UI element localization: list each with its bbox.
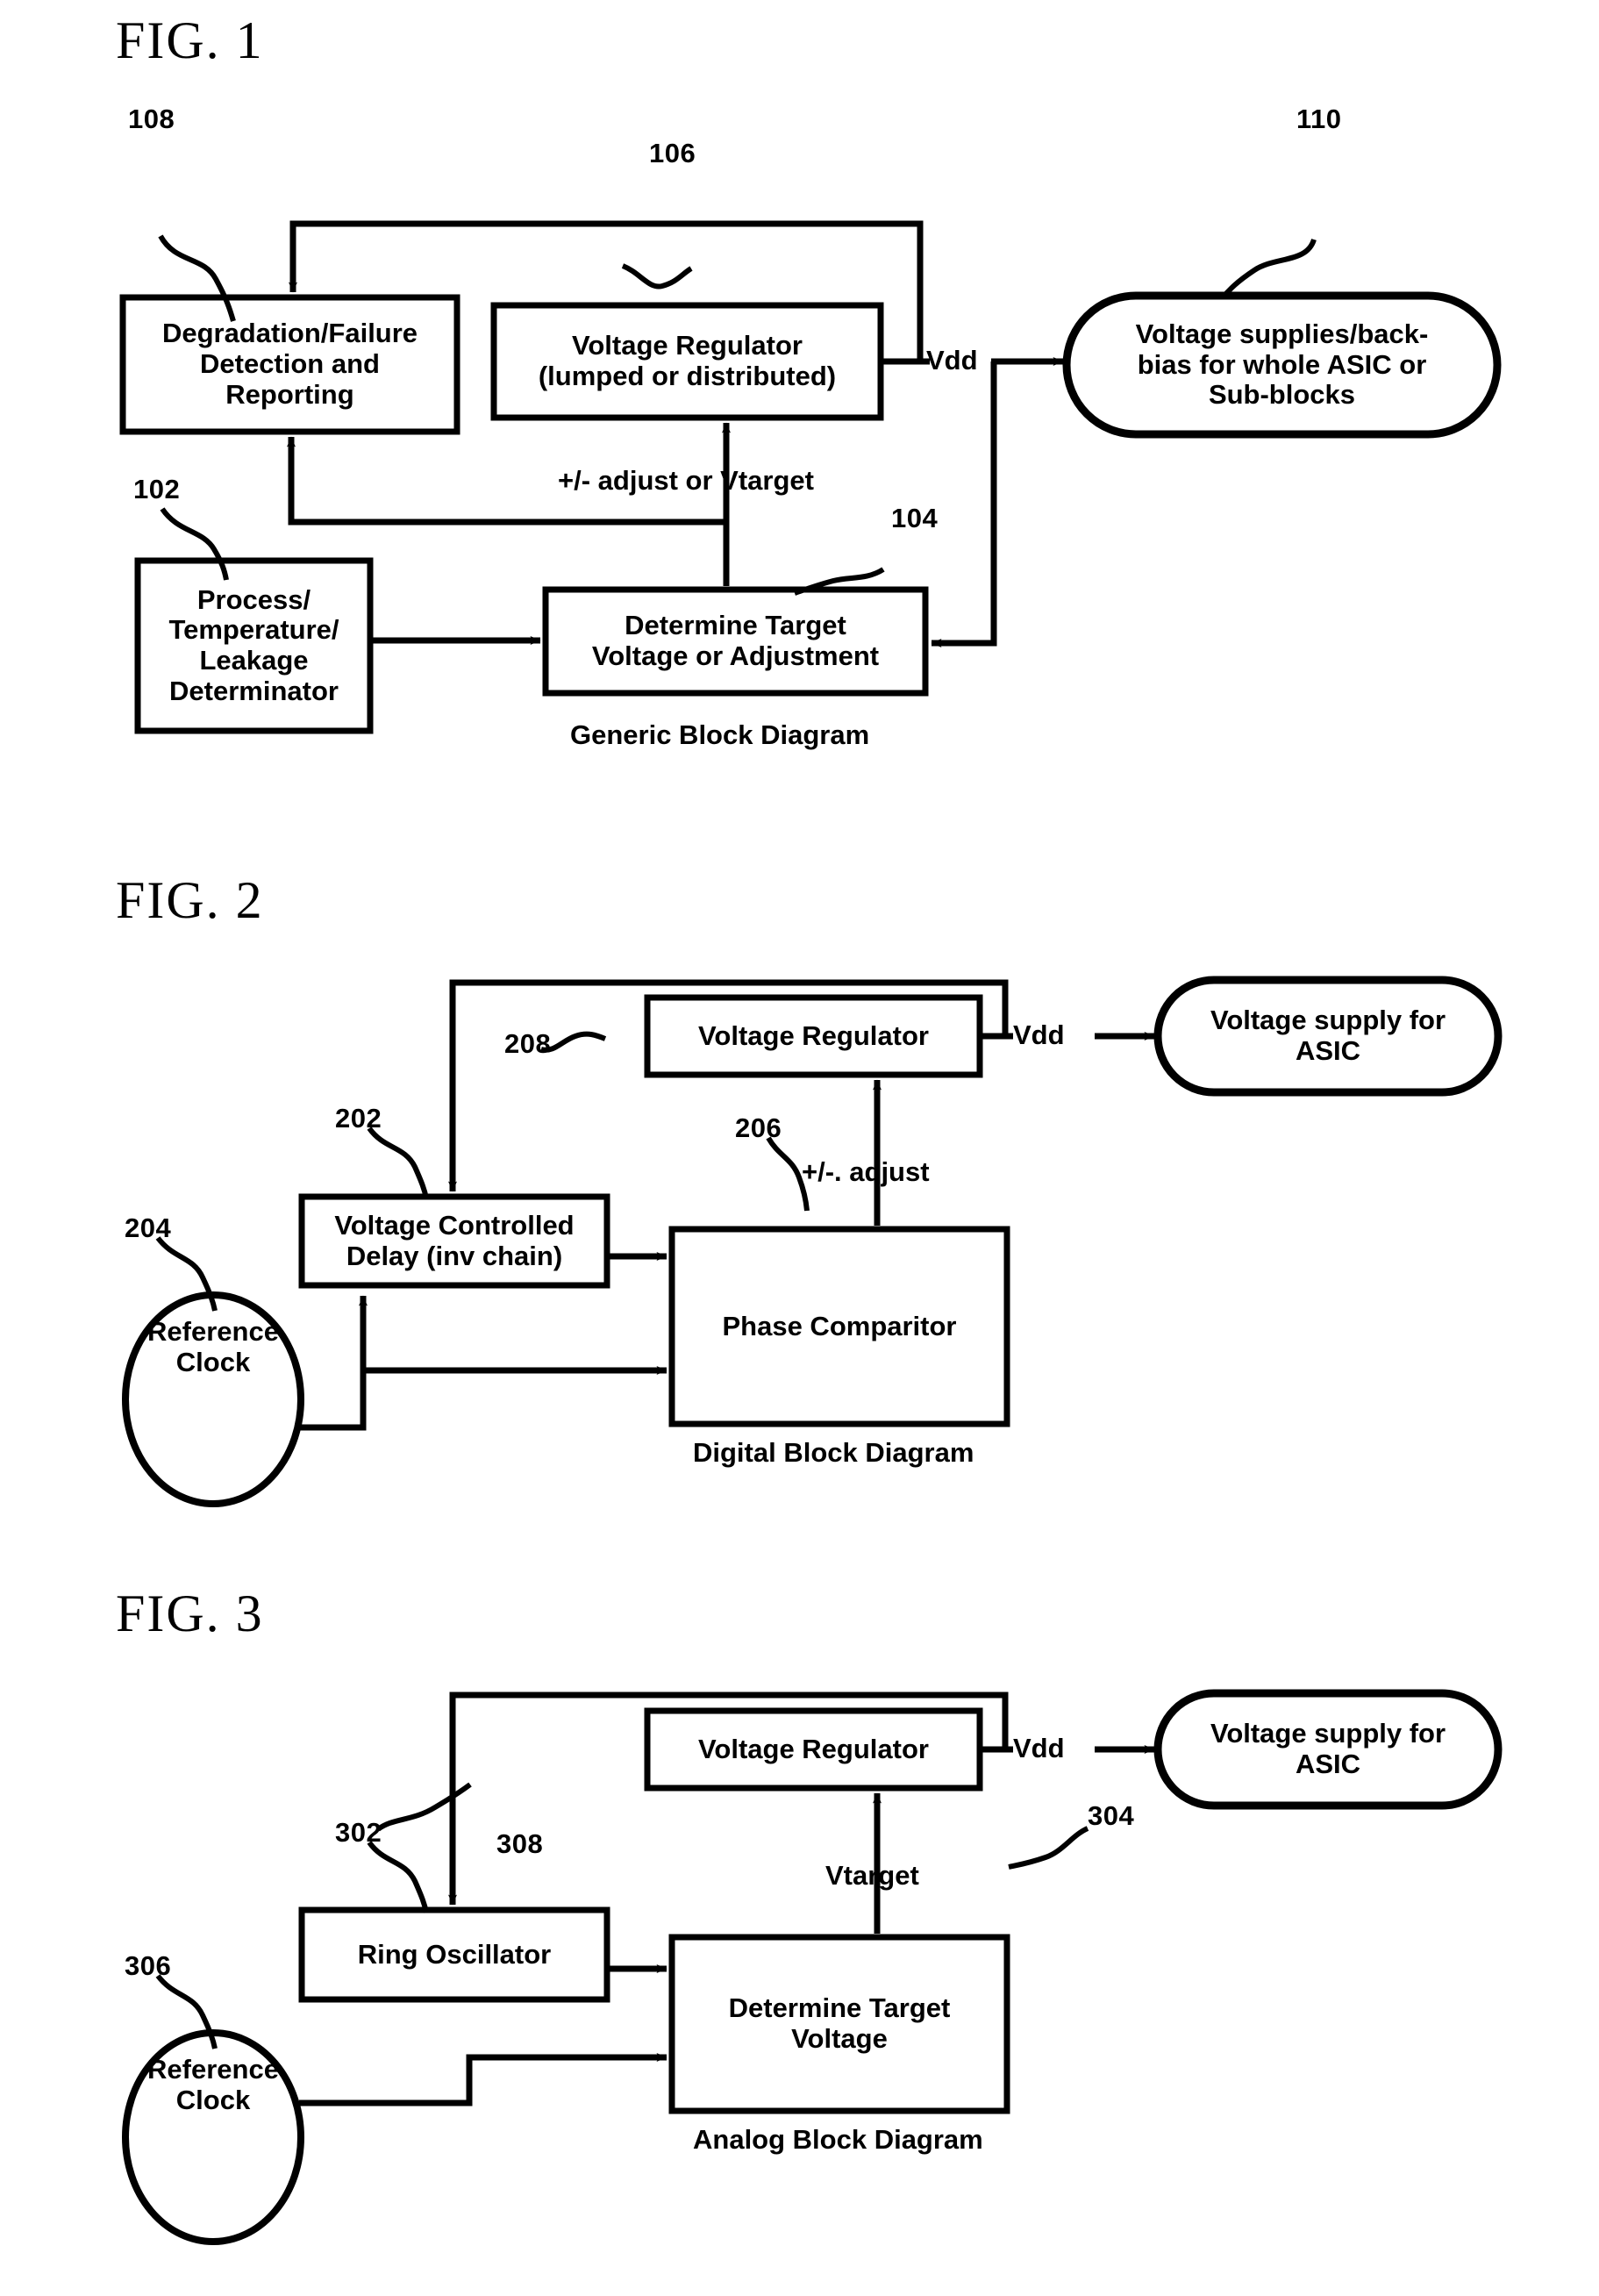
fig3-refclock-ellipse: [122, 2029, 304, 2245]
fig3-regulator-block: [644, 1707, 983, 1792]
fig2-signal-adjust: +/-. adjust: [802, 1156, 930, 1187]
fig2-wire-refclock-to-vcd: [299, 1295, 368, 1431]
fig1-ref-106: 106: [649, 138, 696, 168]
fig3-wire-refclock-to-determine: [299, 2053, 667, 2106]
fig1-ref-110: 110: [1296, 104, 1342, 134]
fig1-signal-vdd: Vdd: [926, 345, 978, 376]
fig3-ref-308: 308: [496, 1828, 544, 1859]
fig1-title: FIG. 1: [116, 11, 264, 69]
figure-vector-layer: [119, 220, 1503, 2245]
fig1-ref-108: 108: [128, 104, 175, 134]
patent-drawing-sheet: FIG. 1 108 106 110 102 104 Degradation/F…: [0, 0, 1599, 2296]
fig3-signal-vdd: Vdd: [1013, 1733, 1065, 1763]
fig3-leader-304: [1008, 1826, 1089, 1870]
fig3-title: FIG. 3: [116, 1584, 264, 1642]
fig3-caption: Analog Block Diagram: [693, 2124, 983, 2155]
fig1-degradation-block: [119, 294, 460, 435]
fig3-ref-306: 306: [125, 1950, 172, 1981]
fig2-title: FIG. 2: [116, 871, 264, 929]
fig1-leader-106: [621, 263, 693, 290]
fig2-supply-block: [1153, 976, 1503, 1097]
fig3-wire-vdd-to-ring: [448, 1692, 1009, 1906]
fig1-ref-102: 102: [133, 474, 181, 504]
fig3-leader-308: [376, 1782, 472, 1832]
fig2-vcd-block: [298, 1193, 610, 1289]
fig3-leader-302: [367, 1841, 429, 1913]
fig3-determine-block: [668, 1934, 1010, 2114]
fig1-process-block: [134, 557, 374, 734]
fig3-ref-302: 302: [335, 1817, 382, 1848]
fig1-wire-vdd-to-degradation: [289, 220, 924, 359]
fig1-ref-104: 104: [891, 503, 939, 533]
fig3-ref-304: 304: [1088, 1800, 1135, 1831]
fig2-leader-202: [367, 1127, 429, 1199]
fig2-refclock-ellipse: [122, 1291, 304, 1507]
fig1-regulator-block: [490, 302, 884, 421]
fig1-leader-110: [1220, 238, 1317, 299]
fig1-signal-adjust: +/- adjust or Vtarget: [558, 465, 814, 496]
fig1-determine-block: [542, 586, 929, 697]
fig1-leader-108: [158, 234, 236, 322]
fig2-caption: Digital Block Diagram: [693, 1437, 974, 1468]
fig3-supply-block: [1153, 1689, 1503, 1810]
fig2-phase-block: [668, 1226, 1010, 1427]
fig2-signal-vdd: Vdd: [1013, 1019, 1065, 1050]
fig3-signal-vtarget: Vtarget: [825, 1860, 919, 1891]
fig2-ref-206: 206: [735, 1112, 782, 1143]
fig2-regulator-block: [644, 994, 983, 1078]
fig2-ref-202: 202: [335, 1103, 382, 1134]
fig2-ref-204: 204: [125, 1212, 172, 1243]
fig1-leader-102: [160, 507, 229, 581]
fig1-supplies-block: [1062, 291, 1502, 439]
fig1-wire-vdd-to-determine: [931, 361, 997, 647]
fig3-ring-block: [298, 1906, 610, 2003]
fig1-caption: Generic Block Diagram: [570, 719, 870, 750]
fig2-ref-208: 208: [504, 1028, 552, 1059]
